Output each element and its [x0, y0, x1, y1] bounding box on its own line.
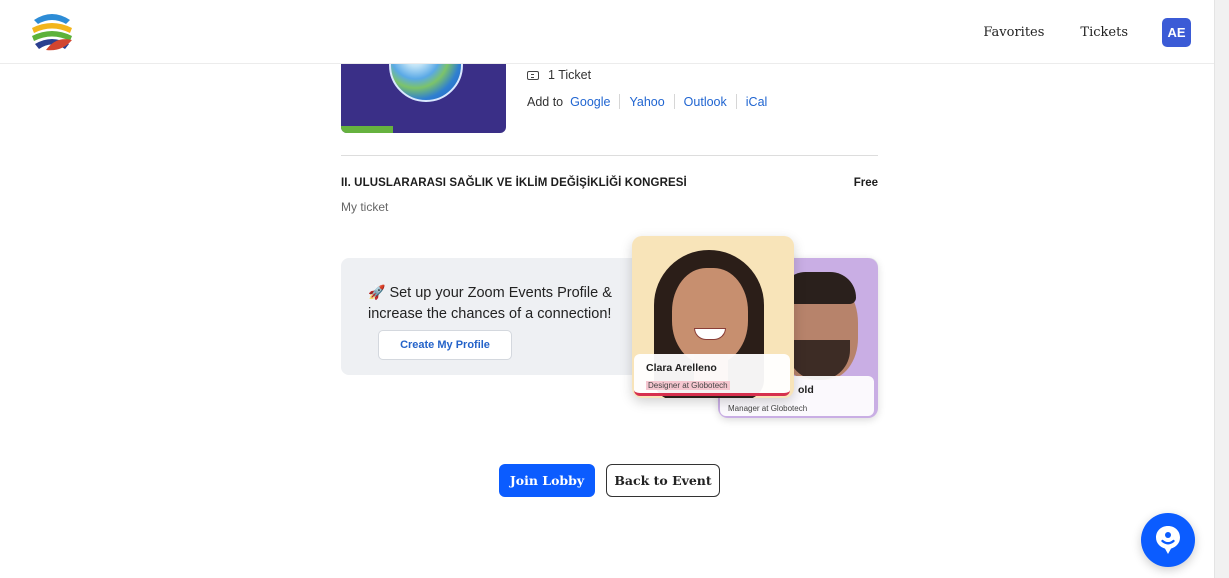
top-nav: Favorites Tickets AE	[947, 0, 1191, 64]
chat-assistant-icon	[1156, 526, 1180, 554]
ticket-price: Free	[853, 177, 878, 189]
profile-name-back: old	[798, 384, 814, 396]
top-header: Favorites Tickets AE	[0, 0, 1214, 64]
page-scrollbar[interactable]	[1214, 0, 1229, 578]
ticket-icon	[527, 70, 539, 80]
promo-message: Set up your Zoom Events Profile & increa…	[368, 285, 612, 322]
globe-leaf-logo[interactable]	[26, 6, 78, 58]
nav-tickets[interactable]: Tickets	[1080, 25, 1128, 40]
ticket-count: 1 Ticket	[527, 68, 591, 82]
create-my-profile-button[interactable]: Create My Profile	[378, 330, 512, 360]
nav-favorites[interactable]: Favorites	[983, 25, 1044, 40]
separator	[619, 94, 621, 109]
profile-card-front: Clara Arelleno Designer at Globotech	[632, 236, 794, 398]
add-to-label: Add to	[527, 94, 564, 109]
separator	[735, 94, 737, 109]
calendar-outlook-link[interactable]: Outlook	[684, 95, 727, 109]
calendar-yahoo-link[interactable]: Yahoo	[629, 95, 664, 109]
person-photo	[672, 268, 748, 364]
chat-assistant-button[interactable]	[1141, 513, 1195, 567]
profile-role-back: Manager at Globotech	[728, 404, 808, 413]
calendar-ical-link[interactable]: iCal	[746, 95, 768, 109]
avatar[interactable]: AE	[1162, 17, 1191, 47]
rocket-icon: 🚀	[368, 284, 386, 300]
profile-promo-text: 🚀 Set up your Zoom Events Profile & incre…	[368, 282, 638, 325]
banner-strip	[341, 126, 393, 133]
separator	[673, 94, 675, 109]
calendar-google-link[interactable]: Google	[570, 95, 610, 109]
add-to-calendar: Add to Google Yahoo Outlook iCal	[527, 94, 767, 109]
divider	[341, 155, 878, 156]
ticket-count-text: 1 Ticket	[548, 68, 592, 82]
ticket-subtitle: My ticket	[341, 200, 389, 214]
profile-name-front: Clara Arelleno	[646, 362, 717, 374]
ticket-event-title: II. ULUSLARARASI SAĞLIK VE İKLİM DEĞİŞİK…	[341, 177, 687, 189]
profile-role-front: Designer at Globotech	[646, 381, 730, 390]
back-to-event-button[interactable]: Back to Event	[606, 464, 720, 497]
join-lobby-button[interactable]: Join Lobby	[499, 464, 595, 497]
